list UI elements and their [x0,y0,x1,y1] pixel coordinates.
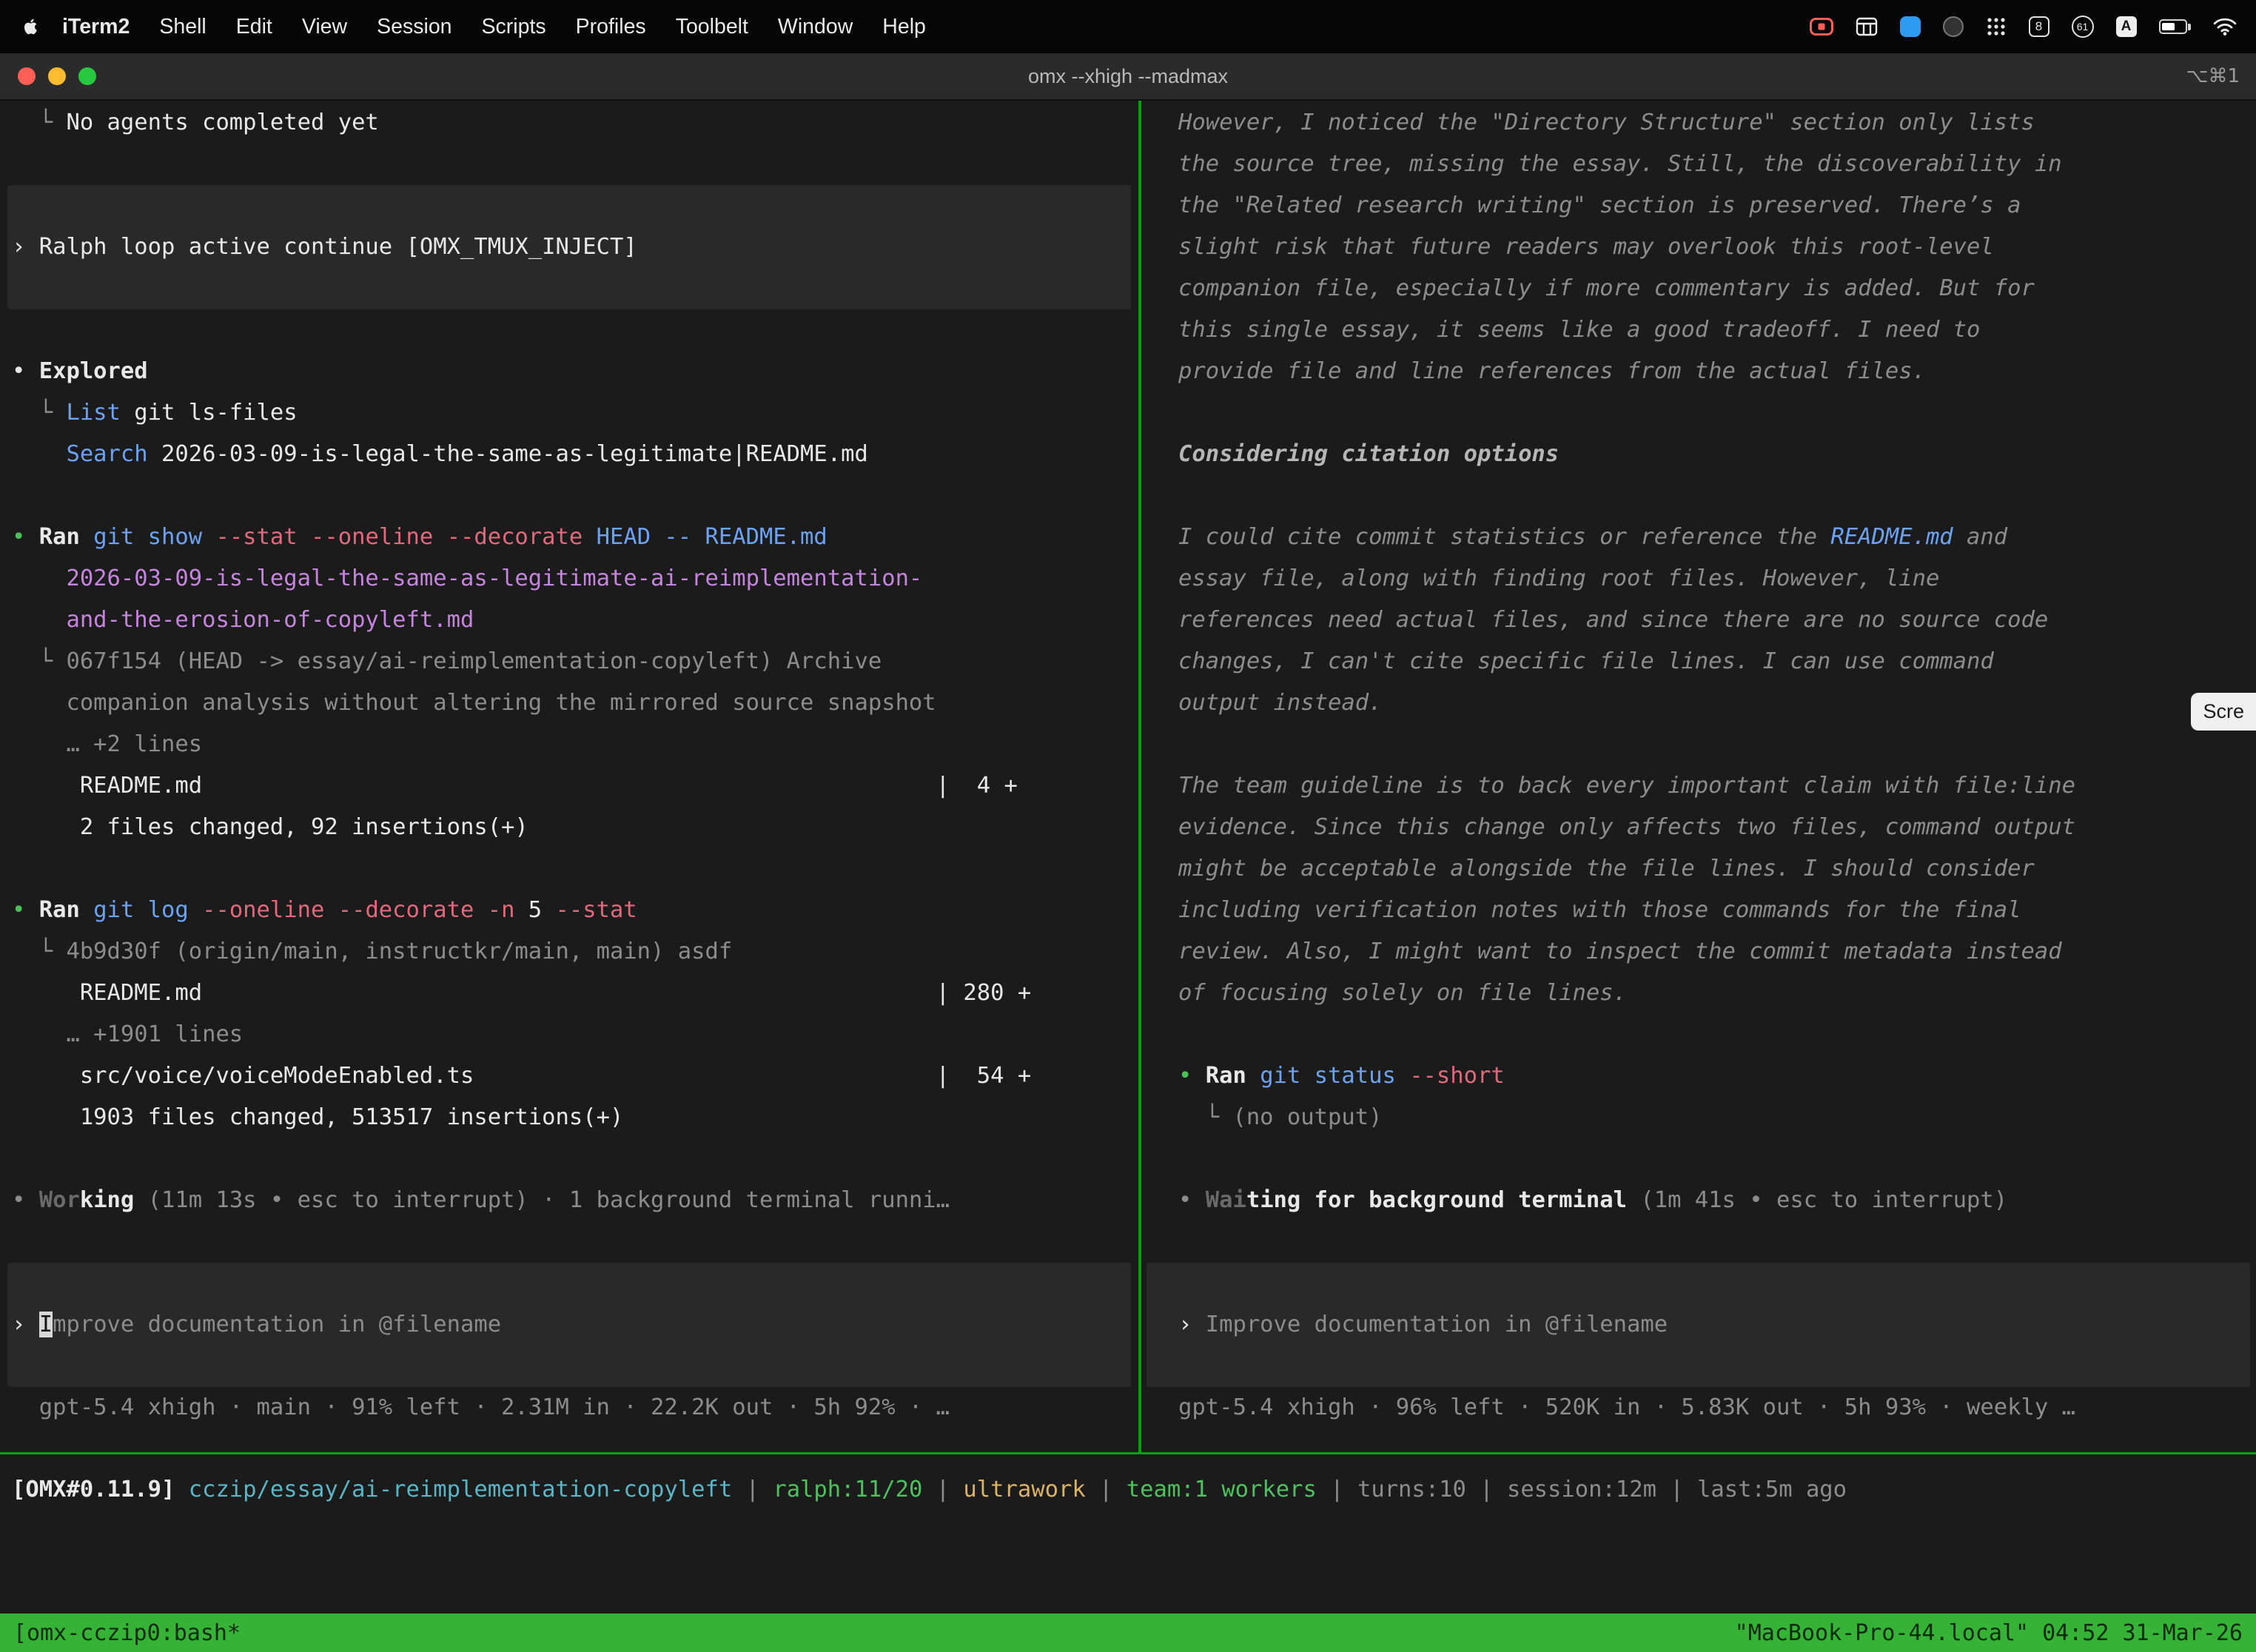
blue-app-icon[interactable] [1900,16,1921,37]
working-status-line: • Working (11m 13s • esc to interrupt) ·… [12,1180,1138,1221]
terminal-line: of focusing solely on file lines. [1178,973,2256,1014]
terminal-line: output instead. [1178,682,2256,724]
dark-app-icon[interactable] [1943,16,1964,37]
terminal-line: • Explored [12,351,1138,392]
menu-item-help[interactable]: Help [867,15,941,39]
close-button[interactable] [18,67,36,85]
terminal-line: including verification notes with those … [1178,890,2256,931]
thinking-line: However, I noticed the "Directory Struct… [1178,102,2256,144]
menu-left: iTerm2 ShellEditViewSessionScriptsProfil… [19,15,941,39]
terminal-line: companion analysis without altering the … [12,682,1138,724]
terminal-line: … +1901 lines [12,1014,1138,1055]
window-title: omx --xhigh --madmax [0,65,2256,88]
terminal-line: I could cite commit statistics or refere… [1178,517,2256,558]
blank-line [12,848,1138,890]
zoom-button[interactable] [78,67,96,85]
pane-status-line: gpt-5.4 xhigh · 96% left · 520K in · 5.8… [1178,1387,2256,1428]
terminal-line: └ 067f154 (HEAD -> essay/ai-reimplementa… [12,641,1138,682]
menu-items: ShellEditViewSessionScriptsProfilesToolb… [144,15,941,39]
terminal-line: • Ran git show --stat --oneline --decora… [12,517,1138,558]
blank-line [1178,1221,2256,1263]
menu-item-window[interactable]: Window [763,15,867,39]
screen-recording-icon[interactable] [1810,18,1833,36]
terminal-line: the source tree, missing the essay. Stil… [1178,144,2256,185]
key-8-icon[interactable]: 8 [2029,16,2049,37]
terminal-line: provide file and line references from th… [1178,351,2256,392]
menu-item-scripts[interactable]: Scripts [467,15,561,39]
terminal-line: 2026-03-09-is-legal-the-same-as-legitima… [12,558,1138,600]
terminal-line: essay file, along with finding root file… [1178,558,2256,600]
terminal-line: The team guideline is to back every impo… [1178,765,2256,807]
terminal-line: this single essay, it seems like a good … [1178,309,2256,351]
thinking-heading: Considering citation options [1178,434,2256,475]
tmux-session-label: [omx-cczip0:bash* [13,1620,241,1646]
blank-line [12,309,1138,351]
blank-line [12,475,1138,517]
terminal-line: references need actual files, and since … [1178,600,2256,641]
terminal-line: companion file, especially if more comme… [1178,268,2256,309]
blank-line [12,1138,1138,1180]
terminal-line: 2 files changed, 92 insertions(+) [12,807,1138,848]
tmux-host-clock-label: "MacBook-Pro-44.local" 04:52 31-Mar-26 [1735,1620,2243,1646]
menu-item-profiles[interactable]: Profiles [561,15,661,39]
app-grid-icon[interactable] [1986,16,2007,37]
minimize-button[interactable] [48,67,66,85]
screen-tooltip-button[interactable]: Scre [2191,693,2256,731]
waiting-status-line: • Waiting for background terminal (1m 41… [1178,1180,2256,1221]
terminal-line: src/voice/voiceModeEnabled.ts | 54 + [12,1055,1138,1097]
tmux-status-bar: [omx-cczip0:bash* "MacBook-Pro-44.local"… [0,1614,2256,1652]
terminal-window: └ No agents completed yet › Ralph loop ac… [0,101,2256,1452]
right-pane: However, I noticed the "Directory Struct… [1141,101,2256,1452]
menu-item-edit[interactable]: Edit [221,15,287,39]
blank-line [1178,1138,2256,1180]
tab-shortcut-badge: ⌥⌘1 [2186,65,2240,87]
blank-line [12,1221,1138,1263]
terminal-line: changes, I can't cite specific file line… [1178,641,2256,682]
blank-line [1178,392,2256,434]
blank-line [12,144,1138,185]
gauge-61-icon[interactable]: 61 [2072,16,2094,38]
input-source-icon[interactable]: A [2116,16,2137,37]
terminal-line: └ 4b9d30f (origin/main, instructkr/main,… [12,931,1138,973]
terminal-line: • Ran git log --oneline --decorate -n 5 … [12,890,1138,931]
menu-item-toolbelt[interactable]: Toolbelt [661,15,763,39]
agents-status-line: └ No agents completed yet [12,102,1138,144]
blank-line [1178,1014,2256,1055]
terminal-line: 1903 files changed, 513517 insertions(+) [12,1097,1138,1138]
terminal-line: and-the-erosion-of-copyleft.md [12,600,1138,641]
menu-item-shell[interactable]: Shell [144,15,221,39]
terminal-line: evidence. Since this change only affects… [1178,807,2256,848]
left-pane: └ No agents completed yet › Ralph loop ac… [0,101,1138,1452]
apple-menu-icon[interactable] [22,16,40,37]
traffic-lights [0,67,96,85]
terminal-line: └ List git ls-files [12,392,1138,434]
wifi-icon[interactable] [2213,17,2237,36]
grid-icon[interactable] [1856,17,1878,36]
omx-status-bar: [OMX#0.11.9] cczip/essay/ai-reimplementa… [0,1454,2256,1512]
pane-status-line: gpt-5.4 xhigh · main · 91% left · 2.31M … [12,1387,1138,1428]
blank-line [1178,475,2256,517]
menu-item-session[interactable]: Session [362,15,466,39]
terminal-line: Search 2026-03-09-is-legal-the-same-as-l… [12,434,1138,475]
terminal-line: README.md | 4 + [12,765,1138,807]
terminal-line: README.md | 280 + [12,973,1138,1014]
menu-item-iterm2[interactable]: iTerm2 [47,15,144,39]
ralph-inject-banner: › Ralph loop active continue [OMX_TMUX_I… [7,185,1131,309]
window-title-bar: omx --xhigh --madmax ⌥⌘1 [0,53,2256,101]
terminal-line: might be acceptable alongside the file l… [1178,848,2256,890]
macos-menu-bar: iTerm2 ShellEditViewSessionScriptsProfil… [0,0,2256,53]
blank-line [1178,724,2256,765]
terminal-line: the "Related research writing" section i… [1178,185,2256,226]
terminal-line: … +2 lines [12,724,1138,765]
terminal-line: slight risk that future readers may over… [1178,226,2256,268]
terminal-line: └ (no output) [1178,1097,2256,1138]
menu-status-icons: 8 61 A [1810,16,2237,38]
terminal-line: review. Also, I might want to inspect th… [1178,931,2256,973]
prompt-input[interactable]: › Improve documentation in @filename [1147,1263,2250,1387]
battery-icon[interactable] [2159,19,2192,34]
terminal-line: • Ran git status --short [1178,1055,2256,1097]
menu-item-view[interactable]: View [287,15,362,39]
prompt-input[interactable]: › Improve documentation in @filename [7,1263,1131,1387]
